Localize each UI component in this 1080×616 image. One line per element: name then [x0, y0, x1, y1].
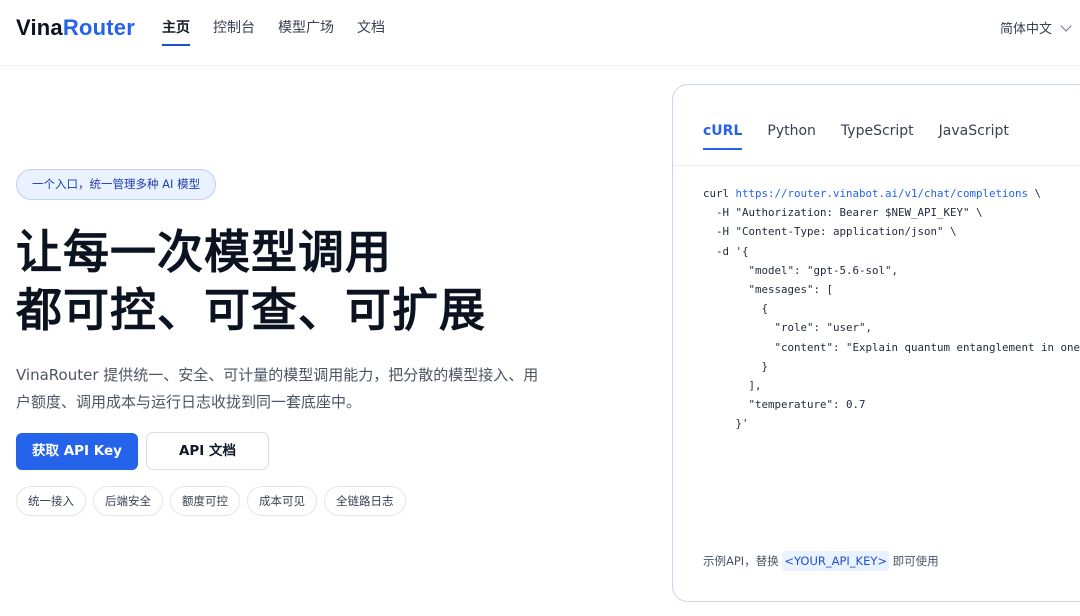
code-block: curl https://router.vinabot.ai/v1/chat/c…: [703, 184, 1080, 434]
tab-javascript[interactable]: JavaScript: [939, 121, 1009, 150]
feature-tag: 成本可见: [247, 486, 317, 516]
hero-title-line-1: 让每一次模型调用: [16, 225, 392, 279]
feature-tag: 全链路日志: [324, 486, 406, 516]
tab-typescript[interactable]: TypeScript: [841, 121, 914, 150]
code-body: -H "Authorization: Bearer $NEW_API_KEY" …: [716, 206, 1080, 431]
hint-prefix: 示例API，替换: [703, 554, 783, 568]
feature-tag: 额度可控: [170, 486, 240, 516]
code-url: https://router.vinabot.ai/v1/chat/comple…: [735, 187, 1029, 200]
code-line-continuation: \: [1028, 187, 1042, 200]
language-selector[interactable]: 简体中文: [999, 18, 1072, 37]
feature-tag: 后端安全: [93, 486, 163, 516]
tabs-divider: [673, 165, 1080, 166]
feature-tag: 统一接入: [16, 486, 86, 516]
hero-description: VinaRouter 提供统一、安全、可计量的模型调用能力，把分散的模型接入、用…: [16, 366, 539, 411]
hint-suffix: 即可使用: [889, 554, 939, 568]
api-docs-button[interactable]: API 文档: [146, 432, 269, 470]
tab-python[interactable]: Python: [767, 121, 816, 150]
usage-hint: 示例API，替换 <YOUR_API_KEY> 即可使用: [703, 551, 939, 571]
code-language-tabs: cURL Python TypeScript JavaScript: [703, 121, 1034, 150]
main-nav: 主页 控制台 模型广场 文档: [162, 18, 408, 46]
language-label: 简体中文: [999, 22, 1052, 37]
nav-model-plaza[interactable]: 模型广场: [278, 18, 334, 46]
nav-docs[interactable]: 文档: [357, 18, 385, 46]
chevron-down-icon: [1060, 19, 1072, 32]
logo-accent: Router: [62, 15, 135, 40]
logo[interactable]: VinaRouter: [16, 15, 135, 41]
code-example-panel: cURL Python TypeScript JavaScript curl h…: [672, 84, 1080, 602]
code-command: curl: [703, 187, 736, 200]
tab-curl[interactable]: cURL: [703, 121, 743, 150]
hero-title-line-2: 都可控、可查、可扩展: [16, 283, 486, 337]
feature-tags: 统一接入 后端安全 额度可控 成本可见 全链路日志: [16, 486, 406, 516]
nav-home[interactable]: 主页: [162, 18, 190, 46]
get-api-key-button[interactable]: 获取 API Key: [16, 433, 138, 470]
hero-badge: 一个入口，统一管理多种 AI 模型: [16, 169, 217, 200]
api-key-placeholder: <YOUR_API_KEY>: [782, 551, 890, 571]
logo-main: Vina: [16, 15, 63, 40]
top-header: VinaRouter 主页 控制台 模型广场 文档 简体中文: [0, 0, 1080, 66]
hero-title: 让每一次模型调用 都可控、可查、可扩展: [16, 223, 486, 339]
nav-console[interactable]: 控制台: [213, 18, 255, 46]
